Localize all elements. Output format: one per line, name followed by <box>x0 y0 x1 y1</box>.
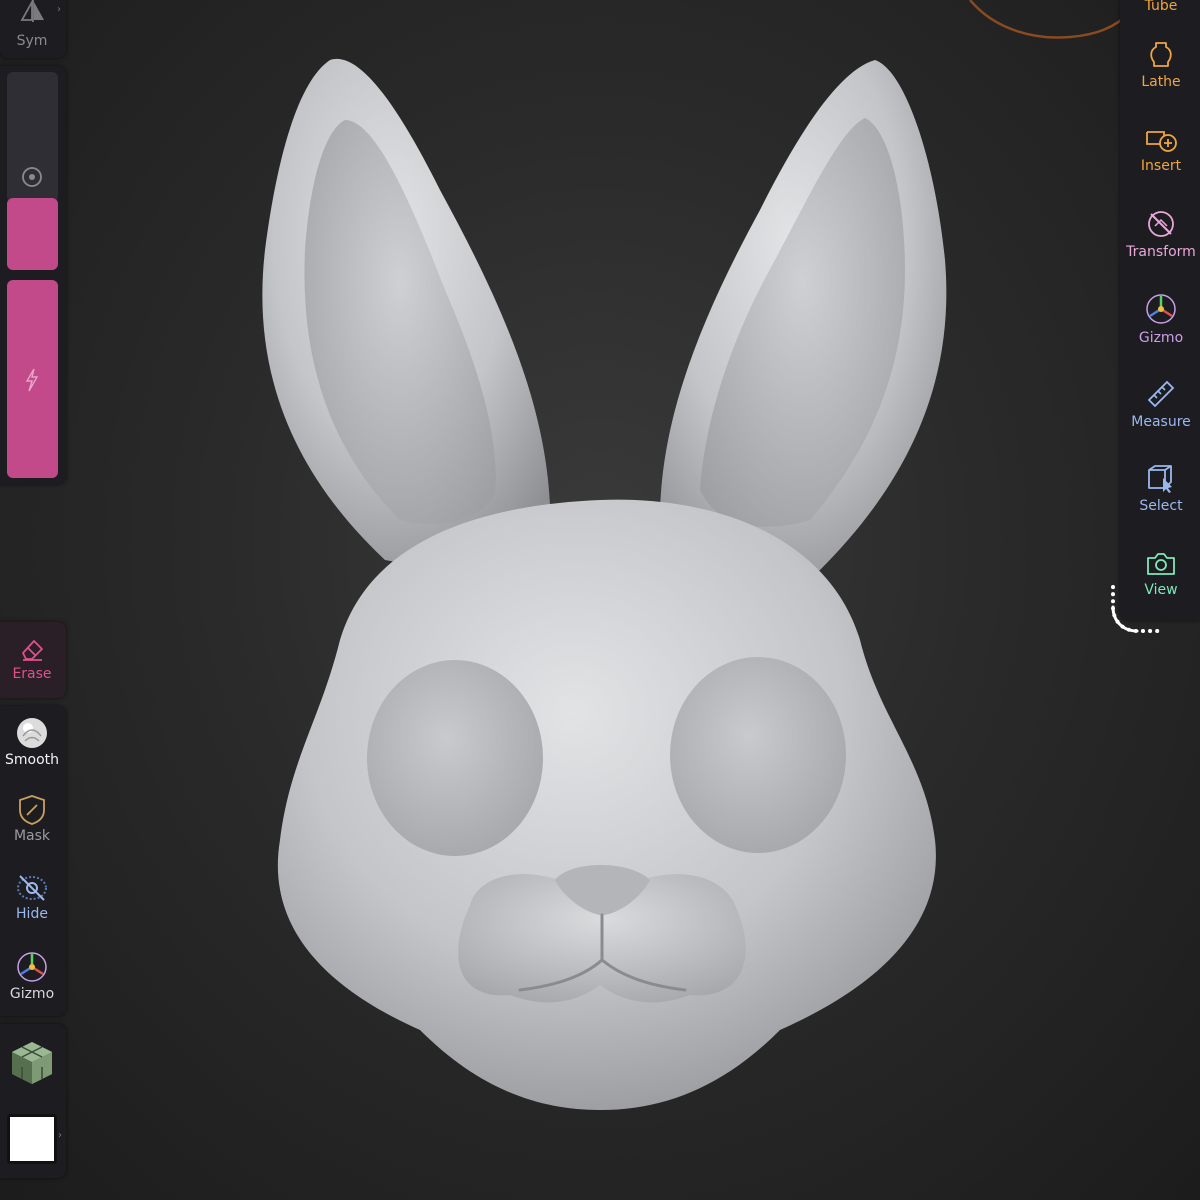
brush-sliders-panel <box>0 66 66 484</box>
transform-tool[interactable]: Transform <box>1120 208 1200 260</box>
smooth-tool[interactable]: Smooth <box>0 716 64 768</box>
tube-label: Tube <box>1144 0 1178 14</box>
mask-tool[interactable]: Mask <box>0 794 64 844</box>
radius-target-icon <box>22 167 42 187</box>
mask-shield-icon <box>19 795 45 825</box>
tube-tool[interactable]: Tube <box>1120 0 1200 14</box>
sculpt-viewport[interactable] <box>0 0 1200 1200</box>
gizmo-icon <box>17 952 47 982</box>
lathe-tool[interactable]: Lathe <box>1120 40 1200 90</box>
left-eye-socket <box>367 660 543 856</box>
radius-slider-track[interactable] <box>7 72 58 202</box>
erase-tool-panel[interactable]: Erase <box>0 622 66 698</box>
hide-eye-slash-icon <box>17 875 47 901</box>
panel-resize-handle[interactable] <box>1105 585 1165 635</box>
right-tools-panel: Tube Lathe Insert Transform Gizmo Measur… <box>1120 0 1200 620</box>
mask-label: Mask <box>13 828 51 844</box>
smooth-brush-icon <box>17 718 47 748</box>
insert-icon <box>1146 131 1177 152</box>
eraser-icon <box>22 640 43 661</box>
transform-icon <box>1148 211 1174 237</box>
measure-tool[interactable]: Measure <box>1120 378 1200 430</box>
color-swatch[interactable] <box>7 1114 57 1164</box>
lathe-label: Lathe <box>1141 74 1181 90</box>
transform-label: Transform <box>1126 244 1196 260</box>
gizmo-label-right: Gizmo <box>1138 330 1184 346</box>
intensity-slider[interactable] <box>7 280 58 478</box>
select-box-icon <box>1148 465 1172 493</box>
hide-label: Hide <box>16 906 48 922</box>
camera-icon <box>1147 553 1175 575</box>
right-eye-socket <box>670 657 846 853</box>
material-cube-icon[interactable] <box>7 1038 57 1088</box>
insert-tool[interactable]: Insert <box>1120 124 1200 174</box>
erase-label: Erase <box>12 666 52 682</box>
measure-label: Measure <box>1131 414 1191 430</box>
sym-label: Sym <box>16 33 48 49</box>
select-tool[interactable]: Select <box>1120 462 1200 514</box>
erase-tool[interactable]: Erase <box>0 634 64 682</box>
gizmo-label-left: Gizmo <box>9 986 55 1002</box>
ruler-icon <box>1147 380 1175 408</box>
secondary-tools-panel: Smooth Mask Hide Gizmo <box>0 706 66 1016</box>
lathe-icon <box>1150 42 1172 67</box>
insert-label: Insert <box>1140 158 1182 174</box>
color-expand-chevron[interactable]: › <box>58 1130 62 1141</box>
head <box>277 499 936 1110</box>
hide-tool[interactable]: Hide <box>0 872 64 922</box>
intensity-bolt-icon <box>25 368 39 392</box>
select-label: Select <box>1139 498 1183 514</box>
radius-slider-fill[interactable] <box>7 198 58 270</box>
gizmo-tool-left[interactable]: Gizmo <box>0 950 64 1002</box>
sym-panel[interactable]: › Sym <box>0 0 66 58</box>
material-color-panel: › <box>0 1024 66 1178</box>
gizmo-icon <box>1146 294 1176 324</box>
bunny-model <box>262 58 947 1110</box>
sym-expand-chevron[interactable]: › <box>57 4 61 15</box>
symmetry-icon <box>20 0 44 22</box>
smooth-label: Smooth <box>4 752 60 768</box>
gizmo-tool-right[interactable]: Gizmo <box>1120 292 1200 346</box>
